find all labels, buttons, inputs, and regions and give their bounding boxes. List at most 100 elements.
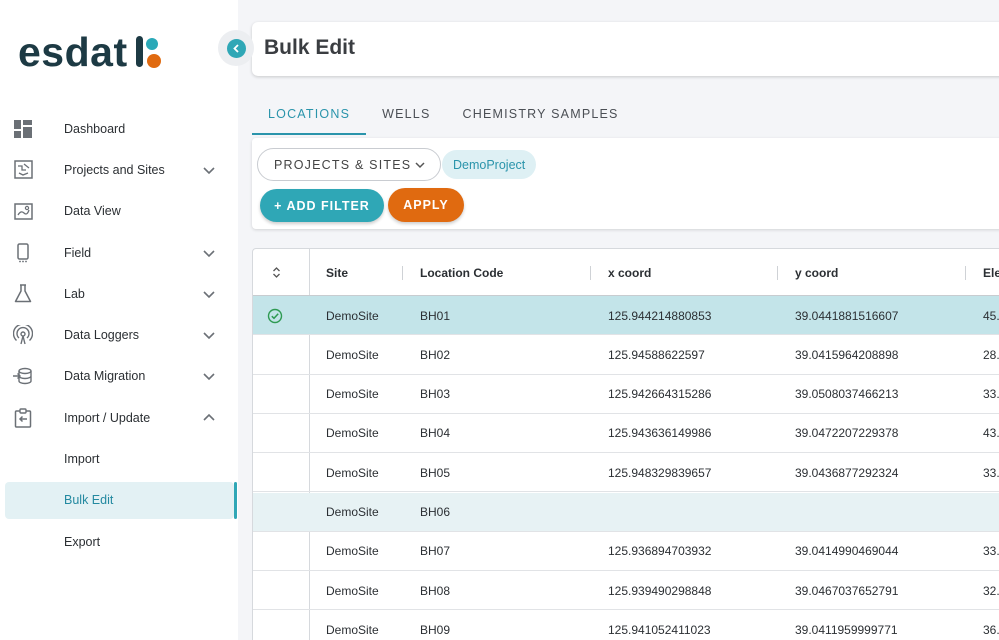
chevron-down-icon[interactable] (202, 369, 216, 383)
sidebar-item-label: Bulk Edit (64, 493, 114, 508)
chevron-down-icon[interactable] (202, 328, 216, 342)
cell-y-coord[interactable]: 39.0441881516607 (795, 296, 898, 335)
cell-elevation[interactable]: 32. (983, 571, 999, 610)
antenna-icon (13, 325, 33, 345)
table-row[interactable]: DemoSite BH08 125.939490298848 39.046703… (253, 571, 999, 611)
cell-location-code[interactable]: BH06 (420, 493, 450, 532)
column-header-elevation[interactable]: Ele (983, 249, 999, 296)
table-header: Site Location Code x coord y coord Ele (253, 249, 999, 296)
cell-site[interactable]: DemoSite (326, 375, 379, 414)
chevron-down-icon[interactable] (202, 287, 216, 301)
cell-site[interactable]: DemoSite (326, 610, 379, 640)
sidebar-item-data-migration[interactable]: Data Migration (0, 356, 238, 397)
sidebar-item-lab[interactable]: Lab (0, 273, 238, 314)
sidebar-nav: Dashboard Projects and Sites Data View F… (0, 108, 238, 562)
cell-elevation[interactable]: 33. (983, 453, 999, 492)
cell-elevation[interactable]: 33. (983, 375, 999, 414)
cell-site[interactable]: DemoSite (326, 532, 379, 571)
cell-y-coord[interactable]: 39.0415964208898 (795, 335, 898, 374)
collapse-sidebar-button[interactable] (218, 30, 254, 66)
locations-table: Site Location Code x coord y coord Ele D… (252, 248, 999, 640)
tab-locations[interactable]: LOCATIONS (252, 96, 367, 135)
cell-x-coord[interactable]: 125.94588622597 (608, 335, 705, 374)
table-row[interactable]: DemoSite BH04 125.943636149986 39.047220… (253, 414, 999, 454)
sidebar-item-label: Dashboard (64, 121, 126, 136)
esdat-logo: esdat (18, 30, 164, 74)
column-resizer[interactable] (965, 266, 966, 280)
cell-y-coord[interactable]: 39.0467037652791 (795, 571, 898, 610)
cell-location-code[interactable]: BH02 (420, 335, 450, 374)
column-header-y-coord[interactable]: y coord (795, 249, 838, 296)
column-resizer[interactable] (402, 266, 403, 280)
active-indicator (234, 481, 237, 519)
sidebar-item-data-view[interactable]: Data View (0, 191, 238, 232)
table-row[interactable]: DemoSite BH03 125.942664315286 39.050803… (253, 375, 999, 414)
cell-x-coord[interactable]: 125.939490298848 (608, 571, 711, 610)
cell-x-coord[interactable]: 125.942664315286 (608, 375, 711, 414)
clipboard-import-icon (13, 408, 33, 428)
sidebar-subitem-export[interactable]: Export (0, 521, 238, 562)
cell-location-code[interactable]: BH05 (420, 453, 450, 492)
cell-elevation[interactable]: 45. (983, 296, 999, 335)
cell-y-coord[interactable]: 39.0411959999771 (795, 610, 898, 640)
chevron-down-icon[interactable] (202, 246, 216, 260)
cell-site[interactable]: DemoSite (326, 453, 379, 492)
sidebar-item-import-update[interactable]: Import / Update (0, 397, 238, 438)
table-row[interactable]: DemoSite BH07 125.936894703932 39.041499… (253, 532, 999, 572)
column-header-location-code[interactable]: Location Code (420, 249, 503, 296)
cell-elevation[interactable]: 33. (983, 532, 999, 571)
sidebar-subitem-import[interactable]: Import (0, 438, 238, 479)
cell-y-coord[interactable]: 39.0436877292324 (795, 453, 898, 492)
column-header-x-coord[interactable]: x coord (608, 249, 651, 296)
sidebar-item-projects-and-sites[interactable]: Projects and Sites (0, 149, 238, 190)
cell-y-coord[interactable]: 39.0508037466213 (795, 375, 898, 414)
table-row[interactable]: DemoSite BH02 125.94588622597 39.0415964… (253, 335, 999, 375)
sidebar-item-dashboard[interactable]: Dashboard (0, 108, 238, 149)
table-row[interactable]: DemoSite BH09 125.941052411023 39.041195… (253, 610, 999, 640)
cell-location-code[interactable]: BH07 (420, 532, 450, 571)
sort-icon (273, 267, 280, 278)
column-resizer[interactable] (777, 266, 778, 280)
cell-y-coord[interactable]: 39.0472207229378 (795, 414, 898, 453)
cell-x-coord[interactable]: 125.943636149986 (608, 414, 711, 453)
cell-site[interactable]: DemoSite (326, 414, 379, 453)
cell-elevation[interactable]: 36. (983, 610, 999, 640)
cell-location-code[interactable]: BH03 (420, 375, 450, 414)
table-row[interactable]: DemoSite BH05 125.948329839657 39.043687… (253, 453, 999, 493)
cell-x-coord[interactable]: 125.941052411023 (608, 610, 711, 640)
tab-chemistry-samples[interactable]: CHEMISTRY SAMPLES (447, 96, 635, 132)
table-row[interactable]: DemoSite BH06 (253, 492, 999, 532)
sidebar-item-field[interactable]: Field (0, 232, 238, 273)
apply-button[interactable]: APPLY (388, 188, 464, 222)
cell-site[interactable]: DemoSite (326, 571, 379, 610)
cell-location-code[interactable]: BH01 (420, 296, 450, 335)
cell-x-coord[interactable]: 125.948329839657 (608, 453, 711, 492)
cell-location-code[interactable]: BH04 (420, 414, 450, 453)
tab-wells[interactable]: WELLS (366, 96, 446, 132)
column-resizer[interactable] (590, 266, 591, 280)
page-title: Bulk Edit (264, 36, 356, 59)
sidebar-subitem-bulk-edit[interactable]: Bulk Edit (0, 480, 238, 521)
add-filter-button[interactable]: + ADD FILTER (260, 189, 384, 222)
sidebar-item-data-loggers[interactable]: Data Loggers (0, 314, 238, 355)
table-row[interactable]: DemoSite BH01 125.944214880853 39.044188… (253, 296, 999, 336)
projects-sites-dropdown[interactable]: PROJECTS & SITES (257, 148, 441, 181)
cell-location-code[interactable]: BH09 (420, 610, 450, 640)
sort-toggle[interactable] (271, 249, 282, 296)
mobile-icon (13, 242, 33, 263)
chevron-down-icon[interactable] (202, 163, 216, 177)
tab-bar: LOCATIONS WELLS CHEMISTRY SAMPLES (252, 96, 635, 136)
chevron-up-icon[interactable] (202, 411, 216, 425)
cell-site[interactable]: DemoSite (326, 335, 379, 374)
cell-location-code[interactable]: BH08 (420, 571, 450, 610)
cell-elevation[interactable]: 28. (983, 335, 999, 374)
project-chip[interactable]: DemoProject (442, 150, 537, 179)
column-header-site[interactable]: Site (326, 249, 348, 296)
cell-elevation[interactable]: 43. (983, 414, 999, 453)
cell-y-coord[interactable]: 39.0414990469044 (795, 532, 898, 571)
cell-x-coord[interactable]: 125.944214880853 (608, 296, 711, 335)
cell-site[interactable]: DemoSite (326, 296, 379, 335)
cell-x-coord[interactable]: 125.936894703932 (608, 532, 711, 571)
cell-site[interactable]: DemoSite (326, 493, 379, 532)
sidebar: esdat Dashboard Projects and Sites Data … (0, 0, 238, 640)
